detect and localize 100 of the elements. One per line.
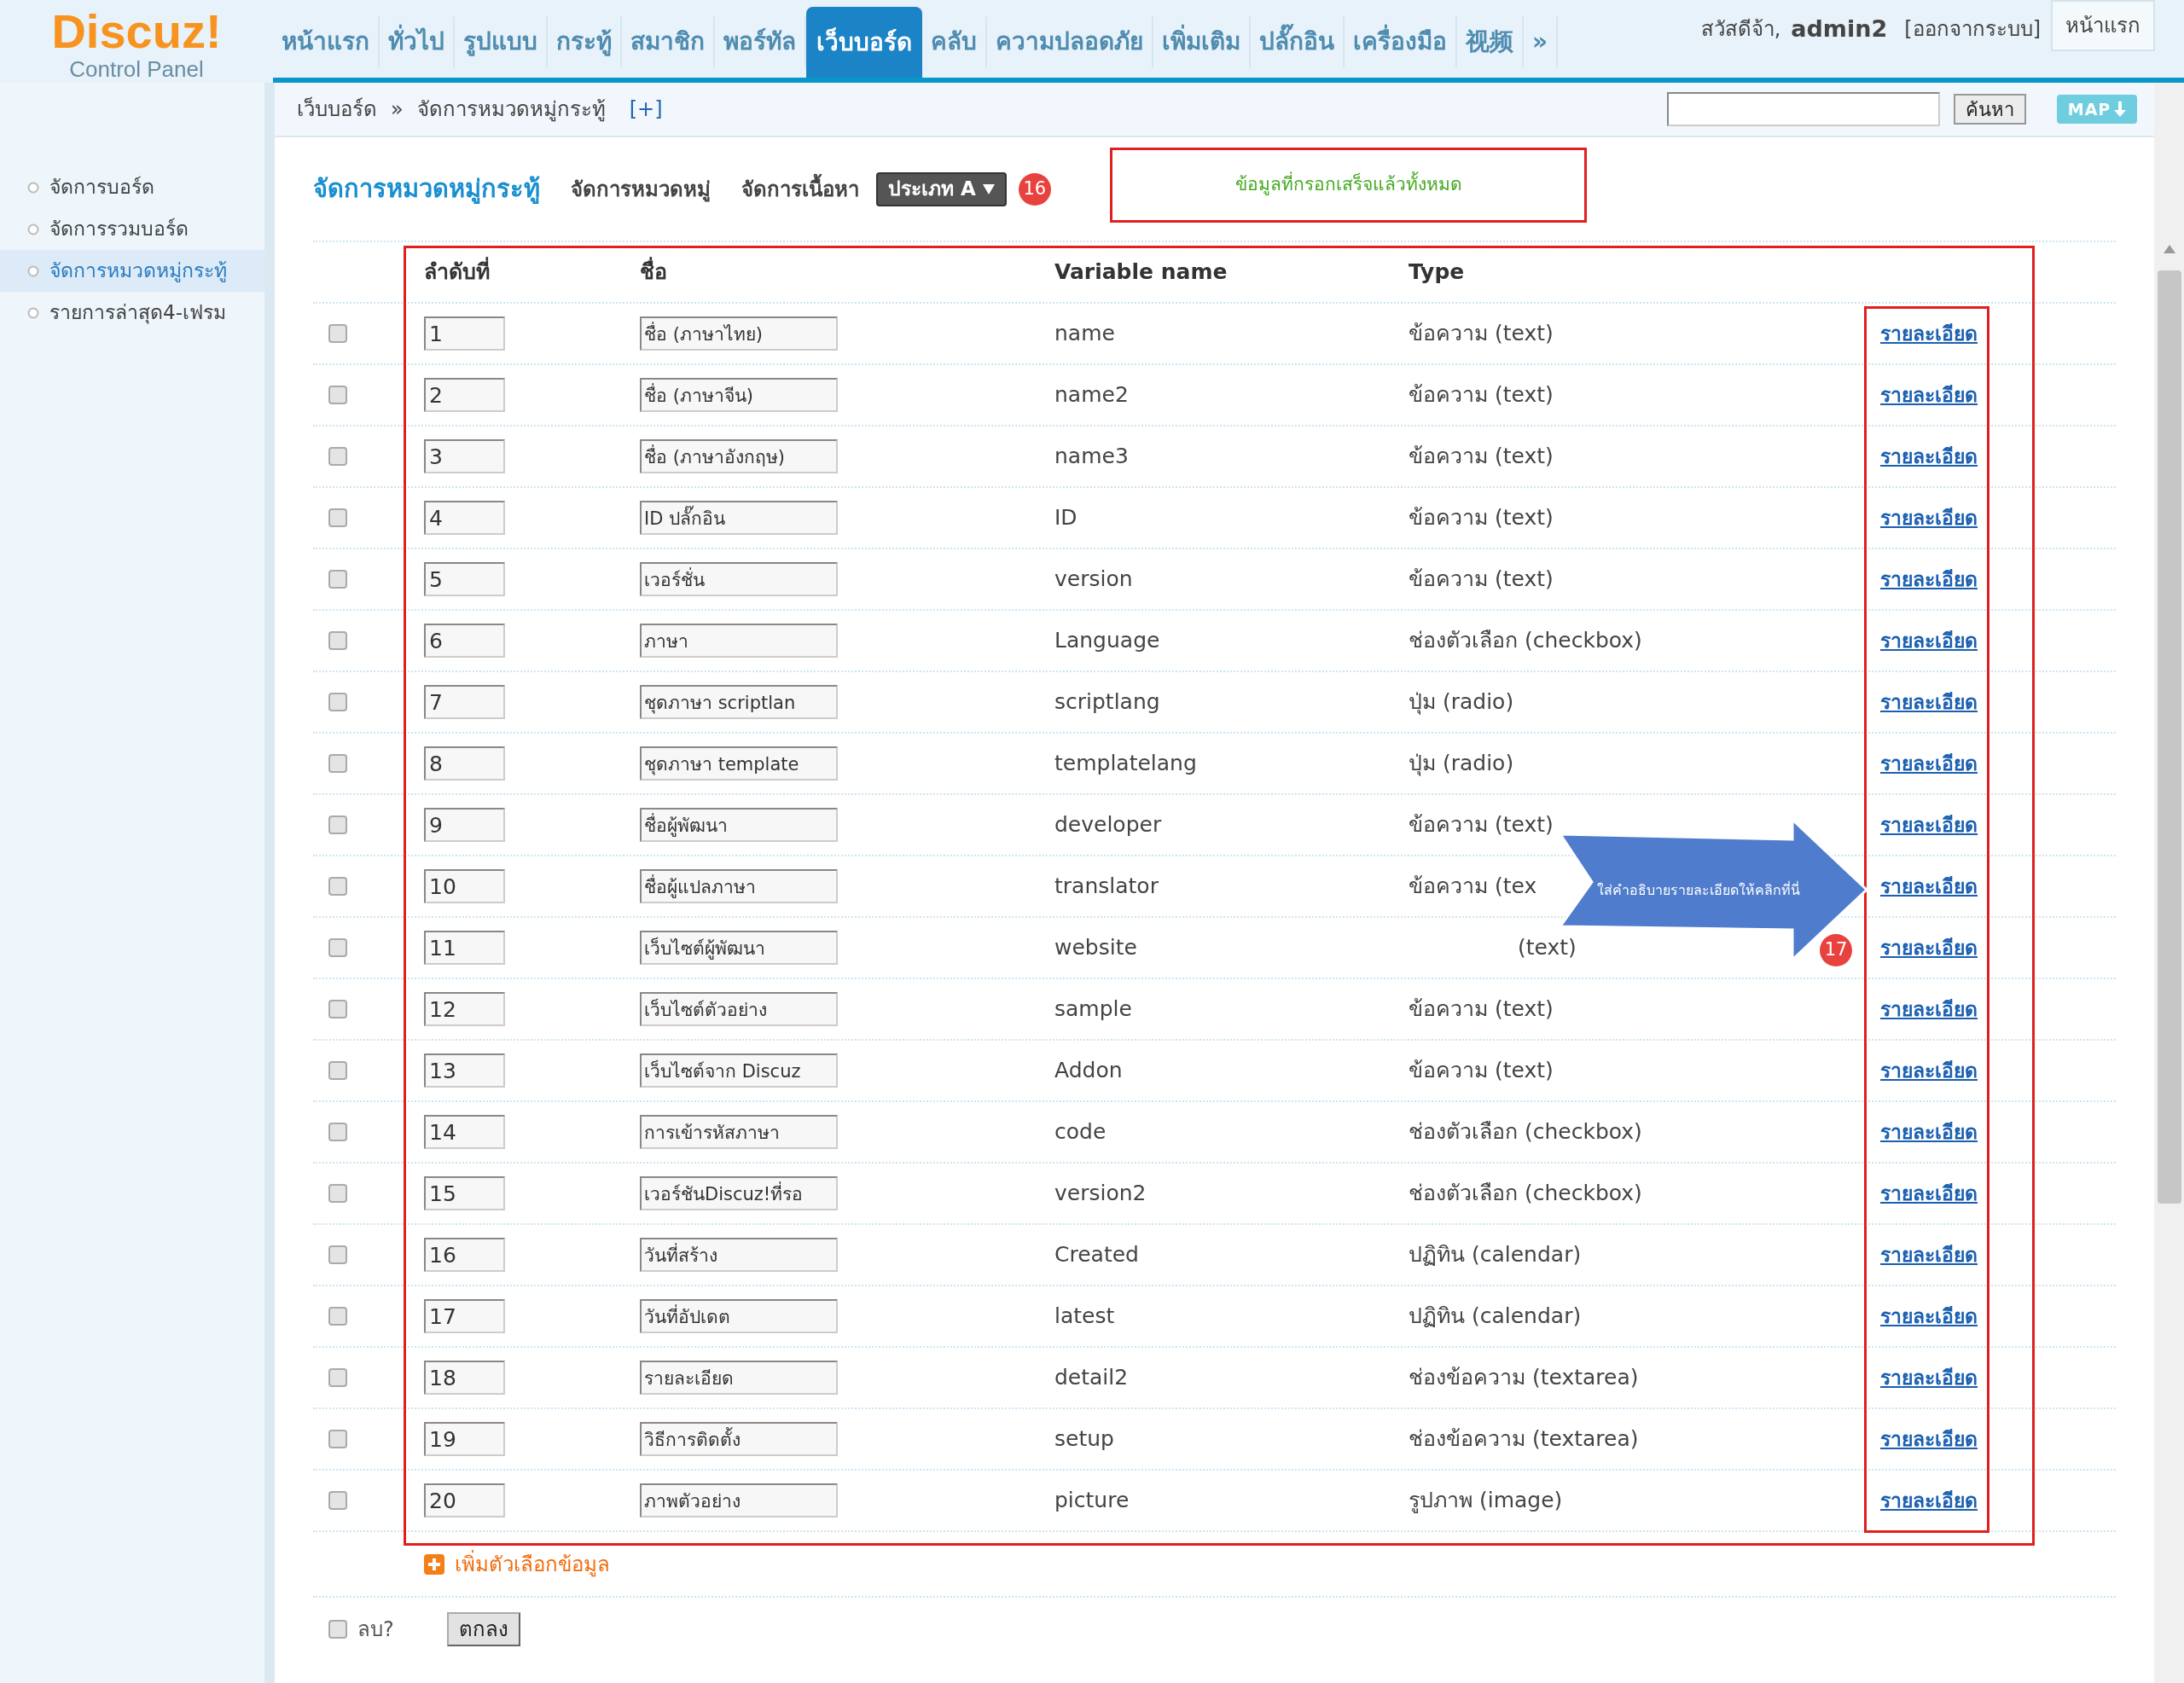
order-field[interactable]: 10 bbox=[424, 869, 505, 903]
order-field[interactable]: 19 bbox=[424, 1422, 505, 1456]
order-field[interactable]: 1 bbox=[424, 316, 505, 351]
order-field[interactable]: 14 bbox=[424, 1115, 505, 1149]
checkbox[interactable] bbox=[328, 938, 347, 957]
name-field[interactable]: ภาพตัวอย่าง bbox=[640, 1483, 838, 1518]
details-link[interactable]: รายละเอียด bbox=[1879, 502, 2116, 533]
scroll-up-icon[interactable] bbox=[2163, 245, 2175, 253]
submit-button[interactable]: ตกลง bbox=[446, 1612, 520, 1646]
order-field[interactable]: 9 bbox=[424, 808, 505, 842]
details-link[interactable]: รายละเอียด bbox=[1879, 1117, 2116, 1147]
checkbox[interactable] bbox=[328, 1123, 347, 1141]
name-field[interactable]: วันที่สร้าง bbox=[640, 1238, 838, 1272]
details-link[interactable]: รายละเอียด bbox=[1879, 871, 2116, 902]
details-link[interactable]: รายละเอียด bbox=[1879, 625, 2116, 656]
details-link[interactable]: รายละเอียด bbox=[1879, 1178, 2116, 1209]
checkbox[interactable] bbox=[328, 1620, 347, 1639]
search-button[interactable]: ค้นหา bbox=[1954, 94, 2026, 125]
checkbox[interactable] bbox=[328, 877, 347, 896]
name-field[interactable]: ชื่อ (ภาษาจีน) bbox=[640, 378, 838, 412]
name-field[interactable]: เว็บไซต์จาก Discuz bbox=[640, 1053, 838, 1088]
scrollbar-thumb[interactable] bbox=[2157, 270, 2181, 1204]
checkbox[interactable] bbox=[328, 324, 347, 343]
checkbox[interactable] bbox=[328, 1245, 347, 1264]
page-tab[interactable]: จัดการหมวดหมู่ bbox=[571, 173, 711, 205]
checkbox[interactable] bbox=[328, 1430, 347, 1448]
details-link[interactable]: รายละเอียด bbox=[1879, 1301, 2116, 1332]
sidebar-item[interactable]: จัดการบอร์ด bbox=[0, 166, 264, 208]
details-link[interactable]: รายละเอียด bbox=[1879, 1055, 2116, 1086]
checkbox[interactable] bbox=[328, 1000, 347, 1019]
order-field[interactable]: 7 bbox=[424, 685, 505, 719]
name-field[interactable]: เวอร์ชันDiscuz!ที่รอ bbox=[640, 1176, 838, 1210]
sidebar-item[interactable]: รายการล่าสุด4-เฟรม bbox=[0, 292, 264, 334]
checkbox[interactable] bbox=[328, 631, 347, 650]
logout-link[interactable]: [ออกจากระบบ] bbox=[1904, 14, 2041, 45]
checkbox[interactable] bbox=[328, 1061, 347, 1080]
order-field[interactable]: 5 bbox=[424, 562, 505, 596]
search-field[interactable] bbox=[1667, 92, 1940, 126]
name-field[interactable]: เว็บไซต์ผู้พัฒนา bbox=[640, 931, 838, 965]
name-field[interactable]: รายละเอียด bbox=[640, 1361, 838, 1395]
home-button[interactable]: หน้าแรก bbox=[2051, 0, 2155, 51]
order-field[interactable]: 20 bbox=[424, 1483, 505, 1518]
name-field[interactable]: ชื่อ (ภาษาอังกฤษ) bbox=[640, 439, 838, 473]
details-link[interactable]: รายละเอียด bbox=[1879, 748, 2116, 779]
details-link[interactable]: รายละเอียด bbox=[1879, 380, 2116, 410]
details-link[interactable]: รายละเอียด bbox=[1879, 687, 2116, 717]
details-link[interactable]: รายละเอียด bbox=[1879, 1424, 2116, 1454]
checkbox[interactable] bbox=[328, 1184, 347, 1203]
details-link[interactable]: รายละเอียด bbox=[1879, 564, 2116, 595]
checkbox[interactable] bbox=[328, 570, 347, 589]
details-link[interactable]: รายละเอียด bbox=[1879, 318, 2116, 349]
name-field[interactable]: เว็บไซต์ตัวอย่าง bbox=[640, 992, 838, 1026]
order-field[interactable]: 16 bbox=[424, 1238, 505, 1272]
name-field[interactable]: ชุดภาษา template bbox=[640, 746, 838, 781]
page-tab[interactable]: จัดการเนื้อหา bbox=[741, 173, 859, 205]
details-link[interactable]: รายละเอียด bbox=[1879, 1362, 2116, 1393]
order-field[interactable]: 4 bbox=[424, 501, 505, 535]
checkbox[interactable] bbox=[328, 754, 347, 773]
name-field[interactable]: เวอร์ชั่น bbox=[640, 562, 838, 596]
name-field[interactable]: ชื่อผู้พัฒนา bbox=[640, 808, 838, 842]
details-link[interactable]: รายละเอียด bbox=[1879, 441, 2116, 472]
scrollbar[interactable] bbox=[2154, 83, 2184, 1683]
add-link[interactable]: [+] bbox=[629, 94, 663, 125]
name-field[interactable]: การเข้ารหัสภาษา bbox=[640, 1115, 838, 1149]
details-link[interactable]: รายละเอียด bbox=[1879, 994, 2116, 1024]
order-field[interactable]: 8 bbox=[424, 746, 505, 781]
name-field[interactable]: ชื่อผู้แปลภาษา bbox=[640, 869, 838, 903]
name-field[interactable]: ชื่อ (ภาษาไทย) bbox=[640, 316, 838, 351]
details-link[interactable]: รายละเอียด bbox=[1879, 1239, 2116, 1270]
details-link[interactable]: รายละเอียด bbox=[1879, 810, 2116, 840]
name-field[interactable]: วันที่อัปเดต bbox=[640, 1299, 838, 1333]
nav-tab[interactable]: เว็บบอร์ด bbox=[806, 7, 922, 78]
order-field[interactable]: 2 bbox=[424, 378, 505, 412]
name-field[interactable]: ภาษา bbox=[640, 624, 838, 658]
sidebar-item[interactable]: จัดการรวมบอร์ด bbox=[0, 208, 264, 250]
order-field[interactable]: 17 bbox=[424, 1299, 505, 1333]
name-field[interactable]: ชุดภาษา scriptlan bbox=[640, 685, 838, 719]
details-link[interactable]: รายละเอียด bbox=[1879, 932, 2116, 963]
checkbox[interactable] bbox=[328, 386, 347, 404]
order-field[interactable]: 3 bbox=[424, 439, 505, 473]
order-field[interactable]: 13 bbox=[424, 1053, 505, 1088]
checkbox[interactable] bbox=[328, 1368, 347, 1387]
page-tab[interactable]: จัดการหมวดหมู่กระทู้ bbox=[313, 170, 540, 208]
order-field[interactable]: 12 bbox=[424, 992, 505, 1026]
order-field[interactable]: 6 bbox=[424, 624, 505, 658]
checkbox[interactable] bbox=[328, 693, 347, 711]
checkbox[interactable] bbox=[328, 508, 347, 527]
order-field[interactable]: 15 bbox=[424, 1176, 505, 1210]
checkbox[interactable] bbox=[328, 447, 347, 466]
breadcrumb-item[interactable]: เว็บบอร์ด bbox=[297, 94, 377, 125]
details-link[interactable]: รายละเอียด bbox=[1879, 1485, 2116, 1516]
checkbox[interactable] bbox=[328, 1307, 347, 1326]
checkbox[interactable] bbox=[328, 815, 347, 834]
name-field[interactable]: ID ปลั๊กอิน bbox=[640, 501, 838, 535]
name-field[interactable]: วิธีการติดตั้ง bbox=[640, 1422, 838, 1456]
checkbox[interactable] bbox=[328, 1491, 347, 1510]
order-field[interactable]: 18 bbox=[424, 1361, 505, 1395]
sidebar-item[interactable]: จัดการหมวดหมู่กระทู้ bbox=[0, 250, 264, 292]
order-field[interactable]: 11 bbox=[424, 931, 505, 965]
type-dropdown[interactable]: ประเภท A bbox=[876, 171, 1007, 206]
